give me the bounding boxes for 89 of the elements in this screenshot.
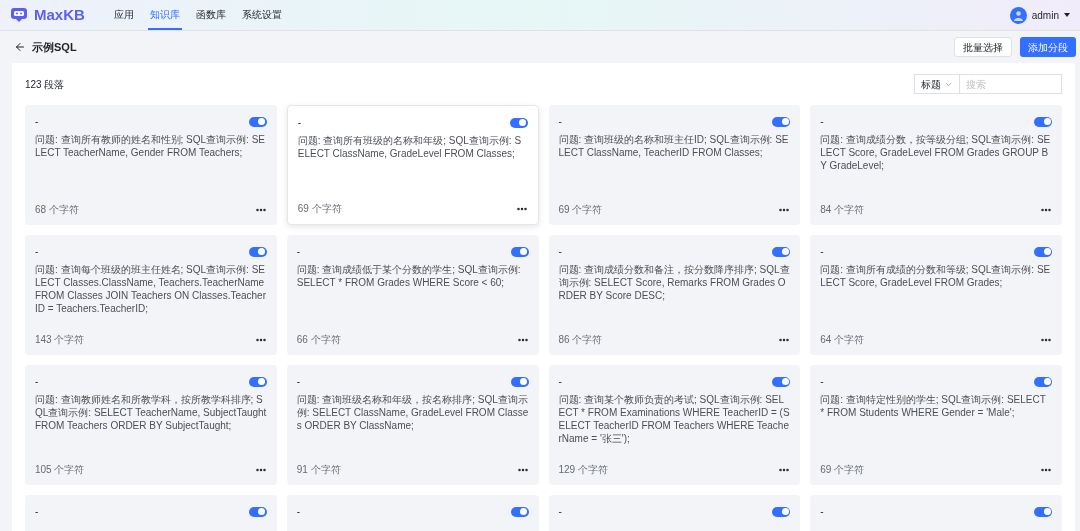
user-avatar[interactable] (1009, 6, 1027, 24)
card-title: - (558, 115, 562, 129)
toggle-switch[interactable] (1034, 376, 1052, 387)
char-count: 91 个字符 (296, 463, 341, 477)
toggle-switch[interactable] (772, 506, 791, 517)
card-title: - (820, 375, 824, 389)
toggle-switch[interactable] (510, 506, 529, 517)
person-icon (1012, 9, 1024, 21)
card-title: - (35, 115, 39, 129)
toggle-switch[interactable] (248, 376, 267, 387)
segment-card[interactable]: - 问题: 查询每个班级的班主任姓名; SQL查询示例: SELECT Classes.ClassName, Teachers.TeacherName FROM Classes JOIN Teachers ON Classes.TeacherID = Teachers.TeacherID; 143 个字符 (25, 235, 277, 355)
char-count: 105 个字符 (35, 463, 85, 477)
segment-count: 123 段落 (25, 77, 65, 92)
nav-tab[interactable]: 知识库 (148, 0, 182, 30)
segment-card[interactable]: - (286, 495, 539, 531)
search-field[interactable]: 搜索 (960, 74, 1062, 94)
segment-card[interactable]: - 问题: 查询所有教师的姓名和性别; SQL查询示例: SELECT TeacherName, Gender FROM Teachers; 68 个字符 (25, 105, 277, 225)
page-title: 示例SQL (32, 39, 77, 55)
card-content: 问题: 查询成绩分数和备注，按分数降序排序; SQL查询示例: SELECT Score, Remarks FROM Grades ORDER BY Score DESC; (558, 263, 791, 302)
card-content: 问题: 查询某个教师负责的考试; SQL查询示例: SELECT * FROM Examinations WHERE TeacherID = (SELECT TeacherID FROM Teachers WHERE TeacherName = '张三'); (558, 393, 791, 445)
app-logo-text: MaxKB (34, 4, 85, 25)
user-name[interactable]: admin (1031, 7, 1059, 23)
card-title: - (558, 375, 562, 389)
toggle-switch[interactable] (772, 246, 791, 257)
card-title: - (820, 115, 824, 129)
segment-card[interactable]: - 问题: 查询成绩低于某个分数的学生; SQL查询示例: SELECT * FROM Grades WHERE Score < 60; 66 个字符 (286, 235, 539, 355)
toggle-switch[interactable] (248, 246, 267, 257)
card-content: 问题: 查询所有班级的名称和年级; SQL查询示例: SELECT ClassName, GradeLevel FROM Classes; (297, 134, 523, 160)
segment-card[interactable]: - 问题: 查询所有班级的名称和年级; SQL查询示例: SELECT ClassName, GradeLevel FROM Classes; 69 个字符 (286, 105, 539, 225)
segment-card[interactable]: - 问题: 查询特定性别的学生; SQL查询示例: SELECT * FROM Students WHERE Gender = 'Male'; 69 个字符 (810, 365, 1062, 485)
char-count: 143 个字符 (35, 333, 85, 347)
char-count: 84 个字符 (820, 203, 865, 217)
char-count: 69 个字符 (558, 203, 603, 217)
card-title: - (820, 505, 824, 519)
segment-card[interactable]: - 问题: 查询成绩分数，按等级分组; SQL查询示例: SELECT Score, GradeLevel FROM Grades GROUP BY GradeLevel; 84 个字符 (810, 105, 1062, 225)
char-count: 129 个字符 (558, 463, 608, 477)
add-segment-button[interactable]: 添加分段 (1020, 37, 1076, 57)
toggle-switch[interactable] (248, 506, 267, 517)
char-count: 86 个字符 (558, 333, 603, 347)
card-title: - (296, 375, 301, 389)
card-content: 问题: 查询特定性别的学生; SQL查询示例: SELECT * FROM Students WHERE Gender = 'Male'; (820, 393, 1047, 419)
segment-card[interactable]: - 问题: 查询所有成绩的分数和等级; SQL查询示例: SELECT Score, GradeLevel FROM Grades; 64 个字符 (810, 235, 1062, 355)
caret-icon (1064, 13, 1070, 17)
card-title: - (296, 245, 301, 259)
segment-card[interactable]: - 问题: 查询教师姓名和所教学科，按所教学科排序; SQL查询示例: SELECT TeacherName, SubjectTaught FROM Teachers ORDER BY SubjectTaught; 105 个字符 (25, 365, 277, 485)
toggle-switch[interactable] (772, 116, 791, 127)
card-content: 问题: 查询所有教师的姓名和性别; SQL查询示例: SELECT TeacherName, Gender FROM Teachers; (35, 133, 267, 159)
filter-select[interactable]: 标题 (914, 74, 960, 94)
back-arrow-icon[interactable] (14, 41, 26, 53)
card-content: 问题: 查询所有成绩的分数和等级; SQL查询示例: SELECT Score, GradeLevel FROM Grades; (820, 263, 1052, 289)
card-content: 问题: 查询成绩分数，按等级分组; SQL查询示例: SELECT Score, GradeLevel FROM Grades GROUP BY GradeLevel; (820, 133, 1052, 172)
nav-tab[interactable]: 函数库 (194, 0, 228, 30)
card-title: - (297, 116, 302, 130)
segment-card[interactable]: - 问题: 查询班级的名称和班主任ID; SQL查询示例: SELECT ClassName, TeacherID FROM Classes; 69 个字符 (548, 105, 801, 225)
card-content: 问题: 查询班级的名称和班主任ID; SQL查询示例: SELECT ClassName, TeacherID FROM Classes; (558, 133, 790, 159)
batch-select-button[interactable]: 批量选择 (954, 37, 1012, 57)
segment-card[interactable]: - 问题: 查询成绩分数和备注，按分数降序排序; SQL查询示例: SELECT Score, Remarks FROM Grades ORDER BY Score DESC; 86 个字符 (548, 235, 801, 355)
card-title: - (35, 245, 39, 259)
segment-card[interactable]: - (548, 495, 801, 531)
char-count: 68 个字符 (35, 203, 79, 217)
chat-bot-logo-icon (10, 7, 28, 23)
card-content: 问题: 查询每个班级的班主任姓名; SQL查询示例: SELECT Classes.ClassName, Teachers.TeacherName FROM Classes JOIN Teachers ON Classes.TeacherID = Teachers.TeacherID; (35, 263, 267, 315)
card-content: 问题: 查询班级名称和年级，按名称排序; SQL查询示例: SELECT ClassName, GradeLevel FROM Classes ORDER BY ClassName; (296, 393, 529, 432)
toggle-switch[interactable] (772, 376, 791, 387)
toggle-switch[interactable] (509, 117, 528, 128)
card-title: - (296, 505, 301, 519)
segment-card[interactable]: - (25, 495, 277, 531)
char-count: 69 个字符 (820, 463, 865, 477)
card-title: - (558, 245, 562, 259)
toggle-switch[interactable] (510, 246, 529, 257)
char-count: 69 个字符 (297, 202, 342, 216)
toggle-switch[interactable] (1034, 506, 1052, 517)
char-count: 64 个字符 (820, 333, 865, 347)
segment-card[interactable]: - (810, 495, 1062, 531)
toggle-switch[interactable] (1034, 116, 1052, 127)
char-count: 66 个字符 (296, 333, 341, 347)
segment-card[interactable]: - 问题: 查询某个教师负责的考试; SQL查询示例: SELECT * FROM Examinations WHERE TeacherID = (SELECT TeacherID FROM Teachers WHERE TeacherName = '张三'); 129 个字符 (548, 365, 801, 485)
card-title: - (35, 505, 39, 519)
nav-tab[interactable]: 系统设置 (240, 0, 284, 30)
card-content: 问题: 查询成绩低于某个分数的学生; SQL查询示例: SELECT * FROM Grades WHERE Score < 60; (296, 263, 522, 289)
card-content: 问题: 查询教师姓名和所教学科，按所教学科排序; SQL查询示例: SELECT TeacherName, SubjectTaught FROM Teachers ORDER BY SubjectTaught; (35, 393, 267, 432)
segment-card[interactable]: - 问题: 查询班级名称和年级，按名称排序; SQL查询示例: SELECT ClassName, GradeLevel FROM Classes ORDER BY ClassName; 91 个字符 (286, 365, 539, 485)
card-title: - (820, 245, 824, 259)
card-title: - (35, 375, 39, 389)
toggle-switch[interactable] (1034, 246, 1052, 257)
toggle-switch[interactable] (510, 376, 529, 387)
toggle-switch[interactable] (248, 116, 267, 127)
card-title: - (558, 505, 562, 519)
nav-tab[interactable]: 应用 (112, 0, 136, 30)
